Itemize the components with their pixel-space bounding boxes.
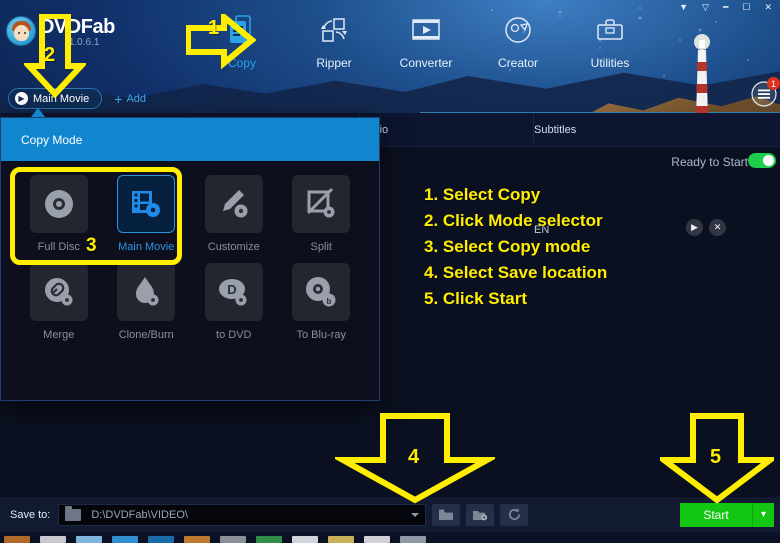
svg-text:b: b bbox=[327, 297, 332, 306]
start-dropdown-button[interactable]: ▾ bbox=[752, 502, 774, 527]
annotation-arrow-1-number: 1 bbox=[208, 17, 220, 39]
menu-badge: 1 bbox=[767, 77, 780, 90]
module-label: Utilities bbox=[590, 56, 630, 70]
taskbar-icon[interactable] bbox=[292, 536, 318, 543]
row-action-buttons: ▶ ✕ bbox=[686, 219, 726, 236]
module-nav: Copy Ripper Converter Creator Utilities bbox=[196, 10, 656, 70]
mode-label: Merge bbox=[43, 329, 75, 341]
module-label: Ripper bbox=[316, 56, 352, 70]
ready-status-label: Ready to Start bbox=[671, 155, 748, 169]
account-icon[interactable]: ▼ bbox=[679, 2, 688, 12]
ripper-convert-icon bbox=[288, 10, 380, 50]
to-bluray-icon: b bbox=[292, 263, 351, 321]
mode-customize[interactable]: Customize bbox=[190, 175, 278, 253]
plus-icon: + bbox=[114, 90, 123, 107]
mode-merge[interactable]: Merge bbox=[15, 263, 103, 341]
module-label: Creator bbox=[497, 56, 538, 70]
menu-button[interactable]: 1 bbox=[750, 77, 780, 108]
taskbar-icon[interactable] bbox=[400, 536, 426, 543]
mode-label: Clone/Burn bbox=[118, 329, 174, 341]
taskbar-icon[interactable] bbox=[76, 536, 102, 543]
dvdfab-application-window: ▼ ▽ ━ ☐ ✕ DVDFab 11.0.6.1 Copy Ripper Co… bbox=[0, 0, 780, 543]
os-taskbar bbox=[0, 532, 780, 543]
split-icon bbox=[292, 175, 351, 233]
mode-to-bluray[interactable]: b To Blu-ray bbox=[278, 263, 366, 341]
play-icon[interactable]: ▶ bbox=[686, 219, 703, 236]
popup-caret bbox=[31, 108, 45, 117]
start-control-group: Start ▾ bbox=[680, 502, 774, 527]
taskbar-icon[interactable] bbox=[40, 536, 66, 543]
save-path-value: D:\DVDFab\VIDEO\ bbox=[91, 508, 188, 521]
taskbar-icon[interactable] bbox=[364, 536, 390, 543]
annotation-arrow-4-number: 4 bbox=[408, 446, 420, 468]
add-source-button[interactable]: + Add bbox=[114, 90, 147, 107]
taskbar-icon[interactable] bbox=[112, 536, 138, 543]
top-module-bar: DVDFab 11.0.6.1 Copy Ripper Converter Cr… bbox=[0, 8, 780, 90]
tab-label: Subtitles bbox=[534, 124, 577, 136]
taskbar-icon[interactable] bbox=[256, 536, 282, 543]
taskbar-icon[interactable] bbox=[328, 536, 354, 543]
open-folder-button[interactable] bbox=[432, 503, 461, 526]
annotation-arrow-2-number: 2 bbox=[44, 44, 56, 66]
refresh-button[interactable] bbox=[500, 503, 529, 526]
module-label: Converter bbox=[399, 56, 453, 70]
open-folder-icon bbox=[439, 509, 454, 520]
save-path-box[interactable]: D:\DVDFab\VIDEO\ bbox=[58, 503, 427, 526]
to-dvd-icon: D bbox=[204, 263, 263, 321]
mode-clone-burn[interactable]: Clone/Burn bbox=[103, 263, 191, 341]
annotation-arrow-1 bbox=[186, 14, 256, 70]
creator-disc-icon bbox=[472, 10, 564, 50]
mode-split[interactable]: Split bbox=[278, 175, 366, 253]
module-ripper[interactable]: Ripper bbox=[288, 10, 380, 70]
filter-icon[interactable]: ▽ bbox=[702, 2, 709, 12]
save-to-label: Save to: bbox=[10, 508, 51, 521]
taskbar-icon[interactable] bbox=[4, 536, 30, 543]
utilities-toolbox-icon bbox=[564, 10, 656, 50]
customize-icon bbox=[204, 175, 263, 233]
taskbar-icon[interactable] bbox=[220, 536, 246, 543]
mode-label: To Blu-ray bbox=[296, 329, 347, 341]
converter-film-icon bbox=[380, 10, 472, 50]
module-utilities[interactable]: Utilities bbox=[564, 10, 656, 70]
taskbar-icon[interactable] bbox=[148, 536, 174, 543]
chevron-down-icon[interactable] bbox=[411, 512, 420, 517]
minimize-button[interactable]: ━ bbox=[723, 2, 728, 12]
merge-icon bbox=[29, 263, 88, 321]
mode-label: Customize bbox=[207, 241, 260, 253]
folder-icon bbox=[65, 505, 82, 521]
taskbar-icon[interactable] bbox=[184, 536, 210, 543]
module-converter[interactable]: Converter bbox=[380, 10, 472, 70]
window-titlebar: ▼ ▽ ━ ☐ ✕ bbox=[0, 0, 780, 14]
add-folder-button[interactable] bbox=[466, 503, 495, 526]
add-folder-icon bbox=[473, 511, 488, 521]
close-icon[interactable]: ✕ bbox=[709, 219, 726, 236]
start-button[interactable]: Start bbox=[680, 502, 752, 527]
annotation-arrow-3-number: 3 bbox=[86, 235, 97, 256]
ready-toggle[interactable] bbox=[748, 153, 776, 168]
clone-burn-icon bbox=[117, 263, 176, 321]
instruction-steps: 1. Select Copy 2. Click Mode selector 3.… bbox=[424, 185, 608, 308]
mode-to-dvd[interactable]: D to DVD bbox=[190, 263, 278, 341]
svg-text:D: D bbox=[227, 282, 236, 297]
maximize-button[interactable]: ☐ bbox=[742, 2, 750, 12]
module-creator[interactable]: Creator bbox=[472, 10, 564, 70]
add-label: Add bbox=[126, 92, 147, 105]
copy-mode-title: Copy Mode bbox=[1, 118, 379, 161]
tab-subtitles[interactable]: Subtitles bbox=[534, 113, 576, 147]
mode-label: Split bbox=[310, 241, 332, 253]
refresh-icon bbox=[508, 508, 520, 521]
close-button[interactable]: ✕ bbox=[764, 2, 772, 12]
annotation-arrow-5-number: 5 bbox=[710, 446, 722, 468]
mode-label: to DVD bbox=[216, 329, 252, 341]
